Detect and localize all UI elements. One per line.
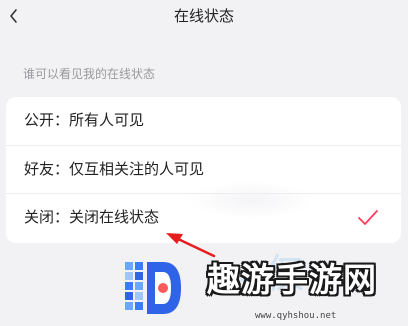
section-caption: 谁可以看见我的在线状态 (23, 67, 156, 81)
watermark-logo: ㄴ 仅 ㄴ 趣游手游网 www.qyhshou.net (95, 248, 405, 326)
option-off[interactable]: 关闭：关闭在线状态 (6, 193, 401, 244)
visibility-options-card: 公开：所有人可见 好友：仅互相关注的人可见 关闭：关闭在线状态 (6, 97, 401, 243)
option-label: 关闭：关闭在线状态 (24, 208, 160, 226)
checkmark-icon (358, 210, 378, 225)
watermark-glyph-icon (125, 262, 181, 314)
top-bar: 在线状态 (0, 0, 408, 34)
option-label: 好友：仅互相关注的人可见 (24, 160, 205, 178)
option-public[interactable]: 公开：所有人可见 (6, 97, 401, 145)
watermark-url: www.qyhshou.net (255, 311, 337, 321)
watermark-text: 趣游手游网 (207, 260, 377, 299)
page-title: 在线状态 (173, 7, 234, 25)
option-friends[interactable]: 好友：仅互相关注的人可见 (6, 145, 401, 194)
option-label: 公开：所有人可见 (24, 111, 145, 129)
